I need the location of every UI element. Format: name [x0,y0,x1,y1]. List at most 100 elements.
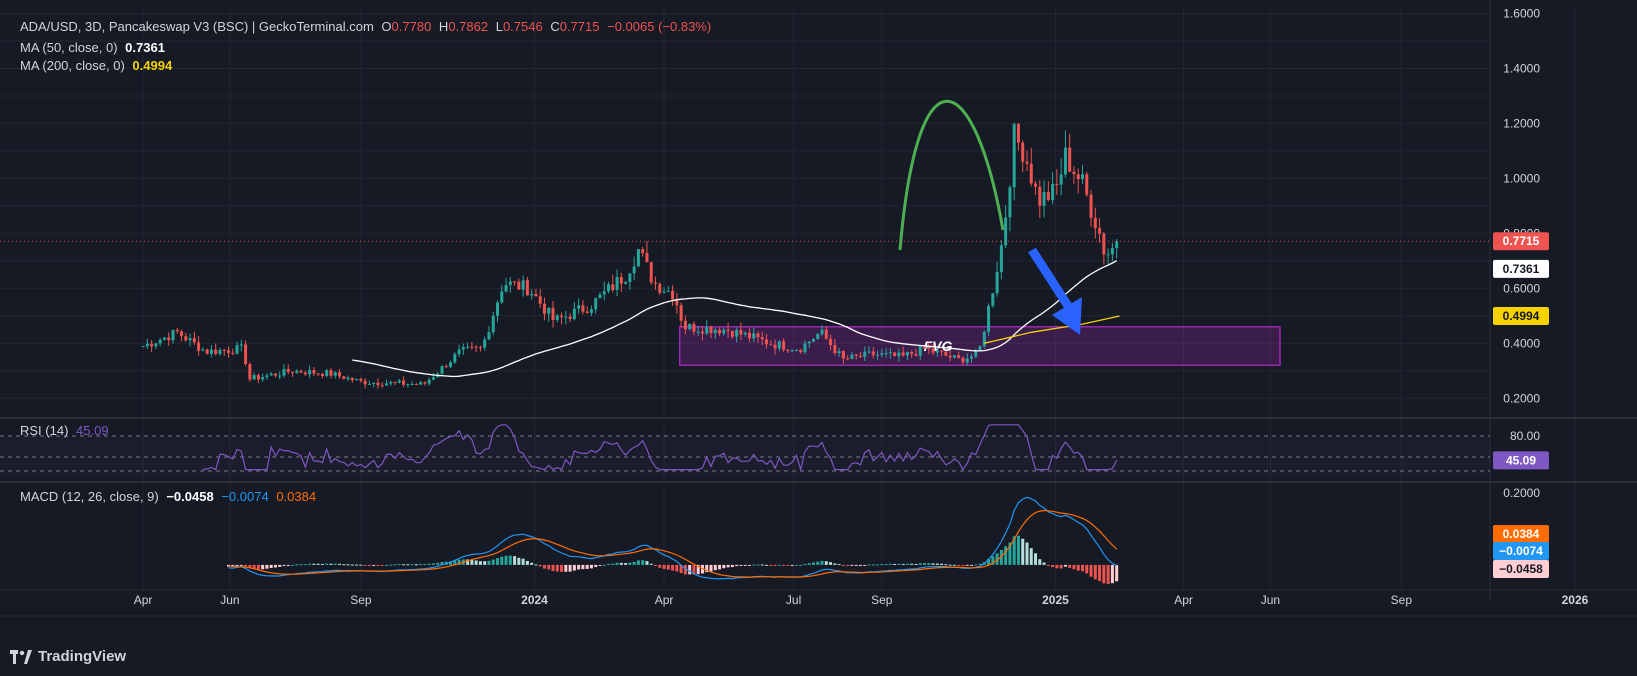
macd-hist-bar [918,563,922,565]
candle-body [914,353,918,356]
macd-hist-bar [739,564,743,566]
macd-hist-bar [602,564,606,566]
candle-body [1059,174,1063,185]
ma50-legend[interactable]: MA (50, close, 0) 0.7361 [20,40,169,55]
close-value: 0.7715 [559,19,600,34]
macd-hist-bar [397,564,401,566]
candle-body [726,329,730,331]
candle-body [389,381,393,384]
macd-hist-bar [782,564,786,566]
candle-body [483,339,487,348]
candle-body [713,329,717,334]
ma200-label: MA (200, close, 0) [20,58,125,73]
macd-hist-bar [773,564,777,566]
macd-hist-bar [777,564,781,566]
macd-hist-bar [914,563,918,565]
candle-body [739,329,743,335]
macd-hist-bar [338,563,342,565]
candle-body [197,342,201,351]
macd-legend[interactable]: MACD (12, 26, close, 9) −0.0458 −0.0074 … [20,489,320,504]
macd-hist-bar [863,564,867,566]
macd-hist-bar [235,564,239,566]
tradingview-logo[interactable]: TradingView [10,648,126,665]
candle-body [295,370,299,373]
macd-hist-bar [1025,542,1029,565]
chart-canvas[interactable]: FVG1.60001.40001.20001.00000.80000.60000… [0,0,1637,676]
candle-body [841,351,845,359]
macd-hist-bar [303,564,307,566]
candle-body [671,290,675,300]
macd-hist-bar [662,564,666,569]
macd-hist-bar [316,563,320,565]
ma200-value: 0.4994 [132,58,173,73]
candle-body [901,352,905,356]
ma50-price-badge: 0.7361 [1503,262,1540,276]
macd-line-value: −0.0074 [221,489,269,504]
price-tick-label: 0.2000 [1503,391,1540,405]
candle-body [799,350,803,353]
macd-hist-bar [1055,564,1059,569]
low-label: L [495,19,503,34]
macd-hist-bar [884,563,888,565]
candle-body [833,345,837,354]
candle-body [589,309,593,313]
macd-hist-bar [952,564,956,566]
candle-body [880,353,884,355]
candle-body [444,366,448,368]
macd-hist-bar [927,563,931,565]
macd-hist-bar [901,563,905,565]
candle-body [487,332,491,340]
candle-body [628,273,632,283]
candle-body [355,378,359,381]
candle-body [542,303,546,314]
macd-hist-bar [1016,535,1020,565]
candle-body [1076,174,1080,180]
macd-hist-bar [619,562,623,565]
ma200-price-badge: 0.4994 [1503,309,1540,323]
candle-body [278,375,282,377]
candle-body [150,343,154,347]
macd-tick-label: 0.2000 [1503,486,1540,500]
candle-body [1072,171,1076,175]
macd-hist-bar [709,564,713,572]
macd-hist-bar [521,558,525,565]
candle-body [632,266,636,274]
candle-body [1102,233,1106,255]
macd-hist-bar [820,560,824,565]
candle-body [777,341,781,349]
macd-hist-bar [359,564,363,566]
candle-body [683,320,687,330]
candle-body [1085,174,1089,195]
macd-hist-bar [572,564,576,571]
candle-body [803,343,807,353]
macd-hist-bar [496,558,500,565]
ma50-label: MA (50, close, 0) [20,40,118,55]
macd-hist-bar [790,564,794,566]
candle-body [594,298,598,310]
rsi-legend[interactable]: RSI (14) 45.09 [20,423,113,438]
price-tick-label: 1.4000 [1503,61,1540,75]
candle-body [884,353,888,355]
candle-body [829,338,833,346]
ma200-legend[interactable]: MA (200, close, 0) 0.4994 [20,58,176,73]
macd-hist-bar [555,564,559,572]
candle-body [201,349,205,351]
macd-hist-bar [350,564,354,566]
candle-body [658,283,662,293]
candle-body [320,373,324,377]
candle-body [577,305,581,309]
candle-body [662,291,666,293]
candle-body [820,329,824,335]
candle-body [406,384,410,386]
candle-body [705,326,709,334]
macd-hist-bar [871,564,875,566]
candle-body [167,337,171,341]
macd-hist-bar [765,564,769,566]
candle-body [871,351,875,356]
ma50-value: 0.7361 [125,40,165,55]
rsi-badge: 45.09 [1506,453,1536,467]
candle-body [905,352,909,356]
candle-body [790,350,794,352]
macd-hist-bar [256,564,260,570]
candle-body [854,354,858,356]
